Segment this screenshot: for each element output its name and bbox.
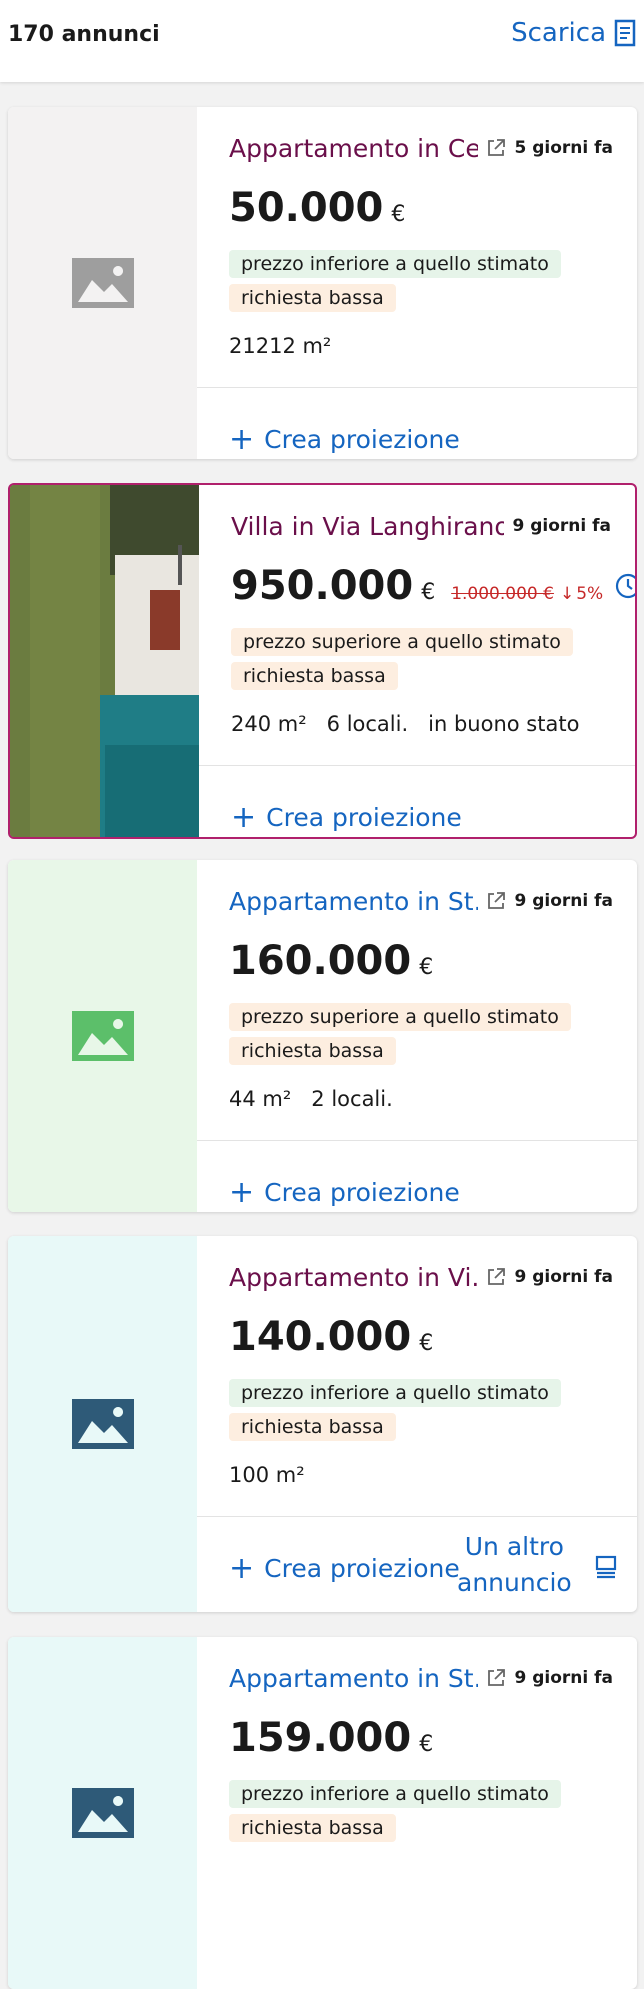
clock-icon <box>616 573 635 599</box>
price-estimate-badge: prezzo inferiore a quello stimato <box>229 1780 561 1808</box>
create-projection-button[interactable]: + Crea proiezione <box>231 799 462 835</box>
currency: € <box>421 580 436 605</box>
listing-thumbnail <box>8 107 197 459</box>
listing-features: 240 m² 6 locali. in buono stato <box>231 712 580 736</box>
listing-age: 9 giorni fa <box>514 891 613 911</box>
listing-price: 950.000 <box>231 563 414 609</box>
listing-age: 9 giorni fa <box>512 516 611 536</box>
other-listing-label-line1: Un altro <box>464 1532 564 1561</box>
top-bar: 170 annunci Scarica <box>0 0 644 82</box>
listing-features: 44 m² 2 locali. <box>229 1087 393 1111</box>
listing-features: 100 m² <box>229 1463 305 1487</box>
arrow-down-icon: ↓ <box>559 584 575 604</box>
old-price: 1.000.000 € <box>451 584 554 604</box>
demand-badge: richiesta bassa <box>229 1413 396 1441</box>
create-projection-button[interactable]: + Crea proiezione <box>229 1550 460 1586</box>
demand-badge: richiesta bassa <box>231 662 398 690</box>
listing-photo <box>10 485 199 837</box>
external-link-icon[interactable] <box>486 891 506 911</box>
listing-card[interactable]: Appartamento in St... 9 giorni fa 160.00… <box>8 860 637 1212</box>
listing-age: 9 giorni fa <box>514 1267 613 1287</box>
currency: € <box>419 1732 434 1757</box>
listing-thumbnail <box>8 860 197 1212</box>
listing-title[interactable]: Appartamento in Vi... <box>229 1263 478 1292</box>
image-placeholder-icon <box>71 1788 134 1838</box>
listing-card[interactable]: Appartamento in Ce... 5 giorni fa 50.000… <box>8 107 637 459</box>
listing-card[interactable]: Appartamento in Vi... 9 giorni fa 140.00… <box>8 1236 637 1612</box>
currency: € <box>419 1331 434 1356</box>
listing-price: 50.000 <box>229 185 384 231</box>
listing-age: 9 giorni fa <box>514 1668 613 1688</box>
create-projection-button[interactable]: + Crea proiezione <box>229 421 460 457</box>
demand-badge: richiesta bassa <box>229 284 396 312</box>
image-placeholder-icon <box>71 1399 134 1449</box>
listing-price: 140.000 <box>229 1314 412 1360</box>
plus-icon: + <box>231 799 257 835</box>
listing-title[interactable]: Appartamento in St... <box>229 1664 478 1693</box>
price-estimate-badge: prezzo inferiore a quello stimato <box>229 250 561 278</box>
price-estimate-badge: prezzo superiore a quello stimato <box>231 628 573 656</box>
price-estimate-badge: prezzo superiore a quello stimato <box>229 1003 571 1031</box>
create-projection-button[interactable]: + Crea proiezione <box>229 1174 460 1210</box>
external-link-icon[interactable] <box>486 1267 506 1287</box>
create-projection-label: Crea proiezione <box>264 1178 460 1207</box>
other-listing-button[interactable]: Un altro annuncio <box>457 1529 572 1601</box>
listing-price: 159.000 <box>229 1715 412 1761</box>
divider <box>197 387 637 388</box>
divider <box>199 765 635 766</box>
listing-price: 160.000 <box>229 938 412 984</box>
demand-badge: richiesta bassa <box>229 1037 396 1065</box>
plus-icon: + <box>229 1174 255 1210</box>
other-listing-label-line2: annuncio <box>457 1568 572 1597</box>
download-label: Scarica <box>511 18 606 48</box>
listing-age: 5 giorni fa <box>514 138 613 158</box>
create-projection-label: Crea proiezione <box>266 803 462 832</box>
villa-photo <box>10 485 199 837</box>
currency: € <box>419 955 434 980</box>
create-projection-label: Crea proiezione <box>264 1554 460 1583</box>
document-icon <box>614 19 636 47</box>
results-count: 170 annunci <box>8 22 160 47</box>
currency: € <box>391 202 406 227</box>
image-placeholder-icon <box>71 1011 134 1061</box>
plus-icon: + <box>229 421 255 457</box>
image-placeholder-icon <box>71 258 134 308</box>
listing-title[interactable]: Appartamento in St... <box>229 887 478 916</box>
listing-thumbnail <box>8 1637 197 1989</box>
download-button[interactable]: Scarica <box>511 18 636 48</box>
listing-card-selected[interactable]: Villa in Via Langhirano 9 giorni fa 950.… <box>8 483 637 839</box>
price-estimate-badge: prezzo inferiore a quello stimato <box>229 1379 561 1407</box>
listing-title[interactable]: Appartamento in Ce... <box>229 134 478 163</box>
listing-title[interactable]: Villa in Via Langhirano <box>231 512 504 541</box>
divider <box>197 1516 637 1517</box>
listing-features: 21212 m² <box>229 334 332 358</box>
create-projection-label: Crea proiezione <box>264 425 460 454</box>
divider <box>197 1140 637 1141</box>
external-link-icon[interactable] <box>486 138 506 158</box>
plus-icon: + <box>229 1550 255 1586</box>
listing-thumbnail <box>8 1236 197 1612</box>
listing-stack-icon[interactable] <box>595 1554 617 1580</box>
price-drop: 5% <box>576 584 604 604</box>
listing-card[interactable]: Appartamento in St... 9 giorni fa 159.00… <box>8 1637 637 1989</box>
external-link-icon[interactable] <box>486 1668 506 1688</box>
